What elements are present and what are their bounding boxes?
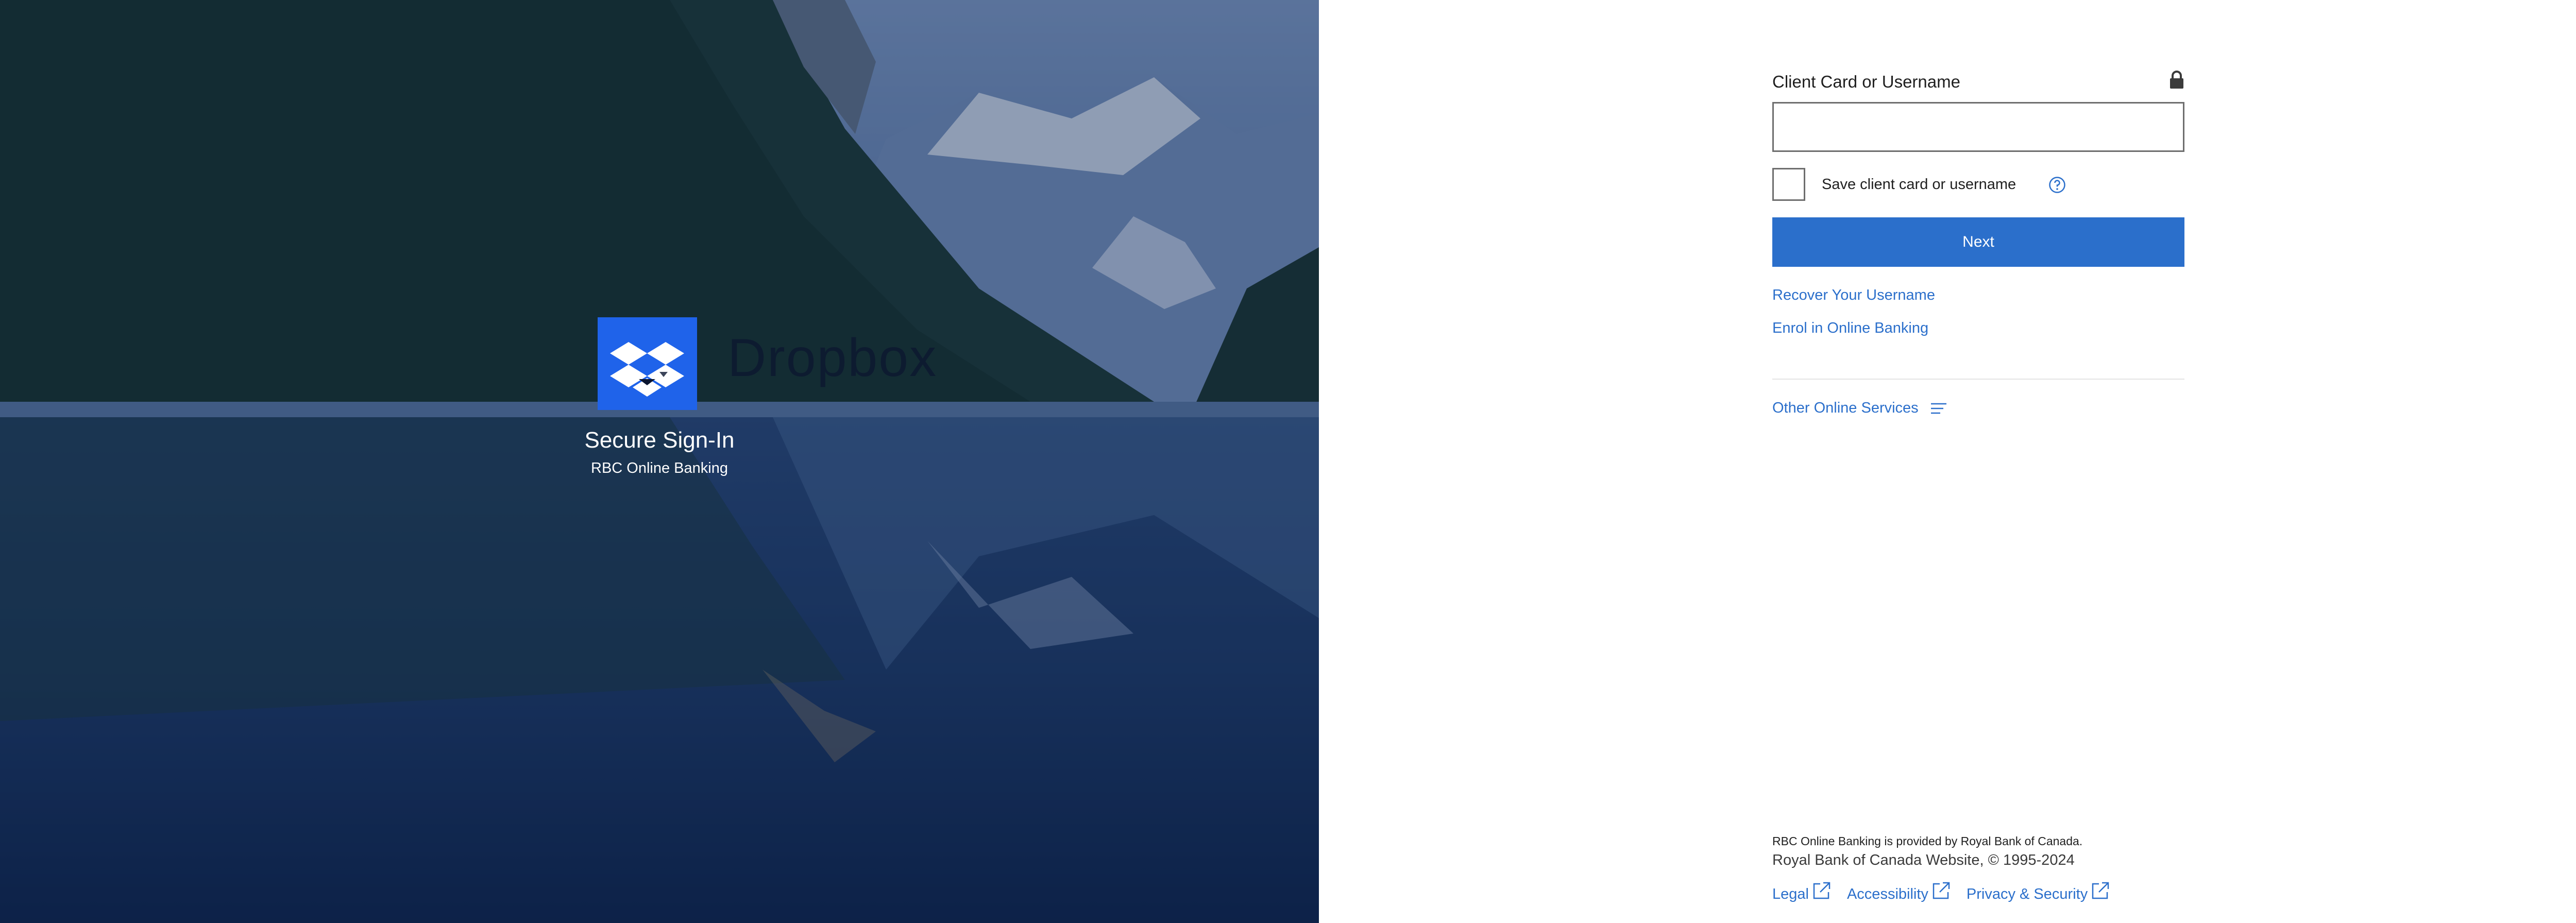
recover-username-link[interactable]: Recover Your Username: [1772, 287, 1935, 304]
save-username-label[interactable]: Save client card or username: [1822, 176, 2016, 193]
accessibility-link[interactable]: Accessibility: [1847, 882, 1951, 903]
privacy-security-link-label[interactable]: Privacy & Security: [1967, 886, 2088, 903]
accessibility-link-label[interactable]: Accessibility: [1847, 886, 1928, 903]
lock-icon: [2170, 71, 2183, 89]
external-link-icon[interactable]: [1812, 881, 1832, 900]
hero-panel: Dropbox Secure Sign-In RBC Online Bankin…: [0, 0, 1319, 923]
next-button[interactable]: Next: [1772, 217, 2184, 267]
footer-provider-note: RBC Online Banking is provided by Royal …: [1772, 834, 2083, 848]
other-online-services-label[interactable]: Other Online Services: [1772, 400, 1919, 417]
footer-links: Legal Accessibility Privacy & Security: [1772, 882, 2110, 903]
save-username-checkbox[interactable]: [1772, 168, 1805, 201]
hero-subtitle: RBC Online Banking: [591, 460, 728, 476]
enrol-online-banking-link[interactable]: Enrol in Online Banking: [1772, 320, 1928, 337]
section-divider: [1772, 379, 2184, 380]
footer-copyright: Royal Bank of Canada Website, © 1995-202…: [1772, 852, 2075, 868]
username-input[interactable]: [1772, 102, 2184, 152]
legal-link-label[interactable]: Legal: [1772, 886, 1809, 903]
external-link-icon[interactable]: [1931, 881, 1951, 900]
help-icon[interactable]: [2048, 176, 2066, 194]
other-online-services-toggle[interactable]: Other Online Services: [1772, 400, 1947, 417]
privacy-security-link[interactable]: Privacy & Security: [1967, 882, 2110, 903]
menu-lines-icon[interactable]: [1930, 402, 1947, 415]
hero-title: Secure Sign-In: [584, 428, 735, 453]
username-field-label: Client Card or Username: [1772, 72, 1960, 91]
dropbox-logo-icon: [598, 317, 697, 410]
brand-wordmark: Dropbox: [727, 328, 938, 388]
external-link-icon[interactable]: [2091, 881, 2110, 900]
signin-form: Client Card or Username Save client card…: [1772, 0, 2184, 923]
legal-link[interactable]: Legal: [1772, 882, 1832, 903]
